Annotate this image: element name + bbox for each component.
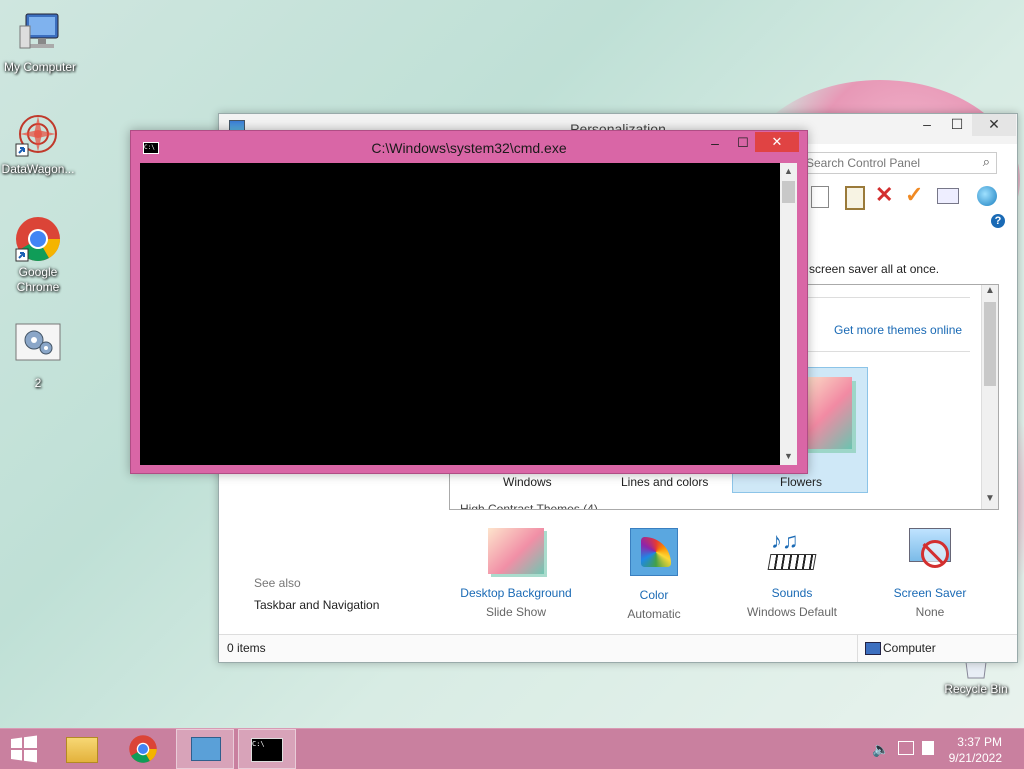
chrome-icon: [14, 215, 62, 263]
scroll-up-arrow-icon[interactable]: ▲: [982, 285, 998, 301]
search-icon[interactable]: ⌕: [983, 154, 990, 170]
theme-label-windows[interactable]: Windows: [503, 475, 552, 489]
desktop-icon-label: Google Chrome: [16, 265, 60, 294]
desktop-icon-datawagon[interactable]: DataWagon...: [0, 112, 78, 177]
high-contrast-heading: High Contrast Themes (4): [460, 502, 598, 510]
desktop-icon-my-computer[interactable]: My Computer: [0, 10, 80, 75]
desktop-background-sub: Slide Show: [485, 605, 547, 619]
status-bar: 0 items Computer: [219, 634, 1017, 662]
theme-label-flowers[interactable]: Flowers: [780, 475, 822, 489]
taskbar-navigation-link[interactable]: Taskbar and Navigation: [254, 598, 379, 612]
color-title[interactable]: Color: [584, 588, 724, 602]
scroll-up-arrow-icon[interactable]: ▲: [780, 163, 797, 180]
folder-icon: [66, 737, 98, 763]
cmd-maximize-button[interactable]: ☐: [729, 133, 757, 155]
console-area[interactable]: [140, 163, 780, 465]
network-icon[interactable]: [898, 741, 914, 755]
desktop-icon-google-chrome[interactable]: Google Chrome: [0, 215, 78, 295]
desktop-icon-label: My Computer: [3, 60, 77, 74]
status-location: Computer: [883, 641, 936, 655]
delete-icon[interactable]: ✕: [875, 182, 893, 208]
desktop-icon-label: 2: [34, 376, 42, 390]
sounds-title[interactable]: Sounds: [722, 586, 862, 600]
see-also-heading: See also: [254, 576, 301, 590]
status-divider: [857, 635, 858, 662]
start-button[interactable]: [0, 729, 58, 769]
search-input[interactable]: Search Control Panel ⌕: [799, 152, 997, 174]
settings-gear-icon: [14, 322, 62, 370]
desktop-background-item[interactable]: Desktop Background Slide Show: [446, 528, 586, 619]
color-item[interactable]: Color Automatic: [584, 528, 724, 621]
status-item-count: 0 items: [227, 641, 266, 655]
screen-saver-item[interactable]: Screen Saver None: [860, 528, 1000, 619]
color-palette-icon: [630, 528, 678, 576]
sounds-keyboard-icon: ♪♫: [767, 528, 817, 574]
screen-saver-title[interactable]: Screen Saver: [860, 586, 1000, 600]
cmd-window[interactable]: C:\ C:\Windows\system32\cmd.exe – ☐ ✕ ▲ …: [130, 130, 808, 474]
scroll-thumb[interactable]: [984, 302, 996, 386]
control-panel-icon: [191, 737, 221, 761]
flowers-thumbnail-icon: [802, 377, 852, 449]
taskbar-file-explorer[interactable]: [52, 729, 110, 769]
console-scroll-thumb[interactable]: [782, 181, 795, 203]
desktop-icon-label: DataWagon...: [1, 162, 75, 176]
minimize-button[interactable]: –: [912, 114, 942, 136]
windows-logo-icon: [11, 735, 37, 763]
clock-time: 3:37 PM: [957, 735, 1002, 749]
scroll-down-arrow-icon[interactable]: ▼: [982, 493, 998, 509]
taskbar-control-panel[interactable]: [176, 729, 234, 769]
action-center-icon[interactable]: [922, 741, 934, 755]
desktop-icon-recycle-bin[interactable]: Recycle Bin: [936, 661, 1016, 697]
properties-icon[interactable]: [937, 188, 959, 204]
taskbar-cmd[interactable]: C:\: [238, 729, 296, 769]
scroll-down-arrow-icon[interactable]: ▼: [780, 448, 797, 465]
cmd-minimize-button[interactable]: –: [701, 133, 729, 155]
cmd-close-button[interactable]: ✕: [755, 132, 799, 152]
toolbar: ✕ ✓: [809, 182, 1009, 210]
volume-muted-icon[interactable]: 🔈: [872, 741, 889, 758]
taskbar-clock[interactable]: 3:37 PM 9/21/2022: [949, 734, 1002, 766]
close-button[interactable]: ✕: [972, 114, 1016, 136]
cmd-icon: C:\: [251, 738, 283, 762]
desktop-background-icon: [488, 528, 544, 574]
computer-small-icon: [865, 642, 881, 655]
sounds-item[interactable]: ♪♫ Sounds Windows Default: [722, 528, 862, 619]
taskbar-chrome[interactable]: [114, 729, 172, 769]
screen-saver-sub: None: [915, 605, 945, 619]
clock-date: 9/21/2022: [948, 751, 1002, 765]
help-icon[interactable]: ?: [991, 214, 1005, 228]
maximize-button[interactable]: ☐: [942, 114, 972, 136]
color-sub: Automatic: [627, 607, 681, 621]
desktop-background-title[interactable]: Desktop Background: [446, 586, 586, 600]
get-more-themes-link[interactable]: Get more themes online: [834, 323, 962, 337]
check-icon[interactable]: ✓: [905, 182, 923, 208]
console-scrollbar[interactable]: ▲ ▼: [780, 163, 797, 465]
paste-icon[interactable]: [845, 186, 865, 210]
description-text: d screen saver all at once.: [799, 262, 940, 276]
recycle-bin-icon: [952, 661, 1000, 680]
themes-scrollbar[interactable]: ▲ ▼: [981, 285, 998, 509]
copy-icon[interactable]: [811, 186, 829, 208]
taskbar: C:\ 🔈 3:37 PM 9/21/2022: [0, 728, 1024, 769]
desktop-icon-2[interactable]: 2: [0, 322, 78, 391]
screen-saver-icon: [907, 528, 953, 574]
globe-icon[interactable]: [977, 186, 997, 206]
search-placeholder: Search Control Panel: [806, 156, 921, 170]
chrome-icon: [129, 735, 157, 763]
theme-label-lines-colors[interactable]: Lines and colors: [621, 475, 708, 489]
desktop-icon-label: Recycle Bin: [944, 682, 1008, 696]
sounds-sub: Windows Default: [746, 605, 838, 619]
datawagon-icon: [14, 112, 62, 160]
computer-icon: [16, 10, 64, 58]
